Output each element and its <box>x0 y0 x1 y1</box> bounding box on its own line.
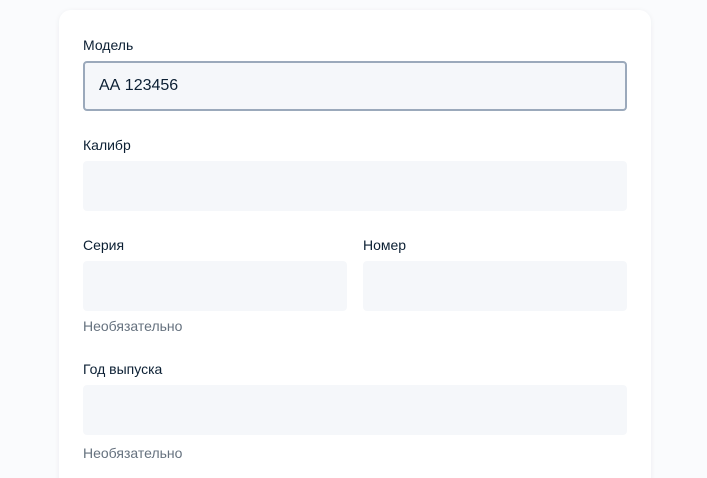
caliber-label: Калибр <box>83 137 131 153</box>
series-optional-hint: Необязательно <box>83 318 183 334</box>
series-label: Серия <box>83 237 125 253</box>
number-label: Номер <box>363 237 407 253</box>
year-field: Год выпуска Необязательно <box>83 360 627 462</box>
caliber-input[interactable] <box>83 161 627 211</box>
model-label: Модель <box>83 37 134 53</box>
series-input[interactable] <box>83 261 347 311</box>
year-input[interactable] <box>83 385 627 435</box>
year-label: Год выпуска <box>83 361 163 377</box>
model-field: Модель <box>83 36 627 111</box>
number-input[interactable] <box>363 261 627 311</box>
form-card: Модель Калибр Серия Необязательно Номер … <box>59 10 651 478</box>
year-optional-hint: Необязательно <box>83 445 183 461</box>
series-field: Серия Необязательно <box>83 236 347 335</box>
model-input[interactable] <box>83 61 627 111</box>
caliber-field: Калибр <box>83 136 627 211</box>
number-field: Номер <box>363 236 627 311</box>
